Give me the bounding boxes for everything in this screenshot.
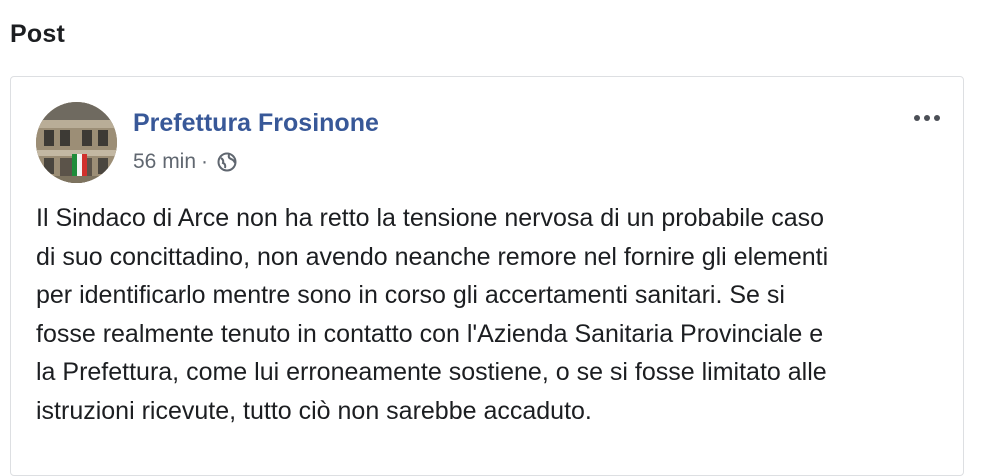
post-body-text: Il Sindaco di Arce non ha retto la tensi… [36, 199, 956, 431]
page-avatar[interactable] [36, 102, 117, 183]
post-card: Prefettura Frosinone 56 min · Il Sindaco… [10, 76, 964, 476]
more-dot [924, 115, 930, 121]
author-name-link[interactable]: Prefettura Frosinone [133, 109, 379, 138]
post-text-line: fosse realmente tenuto in contatto con l… [36, 319, 824, 348]
more-options-button[interactable] [907, 103, 947, 133]
post-meta: 56 min · [133, 150, 238, 174]
section-title: Post [10, 20, 65, 48]
post-text-line: per identificarlo mentre sono in corso g… [36, 281, 785, 310]
meta-separator: · [201, 150, 209, 173]
post-text-line: Il Sindaco di Arce non ha retto la tensi… [36, 204, 825, 232]
post-timestamp[interactable]: 56 min [133, 150, 196, 174]
globe-icon[interactable] [216, 151, 238, 173]
more-dot [934, 115, 940, 121]
building-photo-icon [36, 102, 117, 183]
post-text-line: la Prefettura, come lui erroneamente sos… [36, 358, 827, 387]
post-text-line: di suo concittadino, non avendo neanche … [36, 242, 829, 271]
post-text-line: istruzioni ricevute, tutto ciò non sareb… [36, 396, 592, 425]
more-horizontal-icon [914, 115, 920, 121]
